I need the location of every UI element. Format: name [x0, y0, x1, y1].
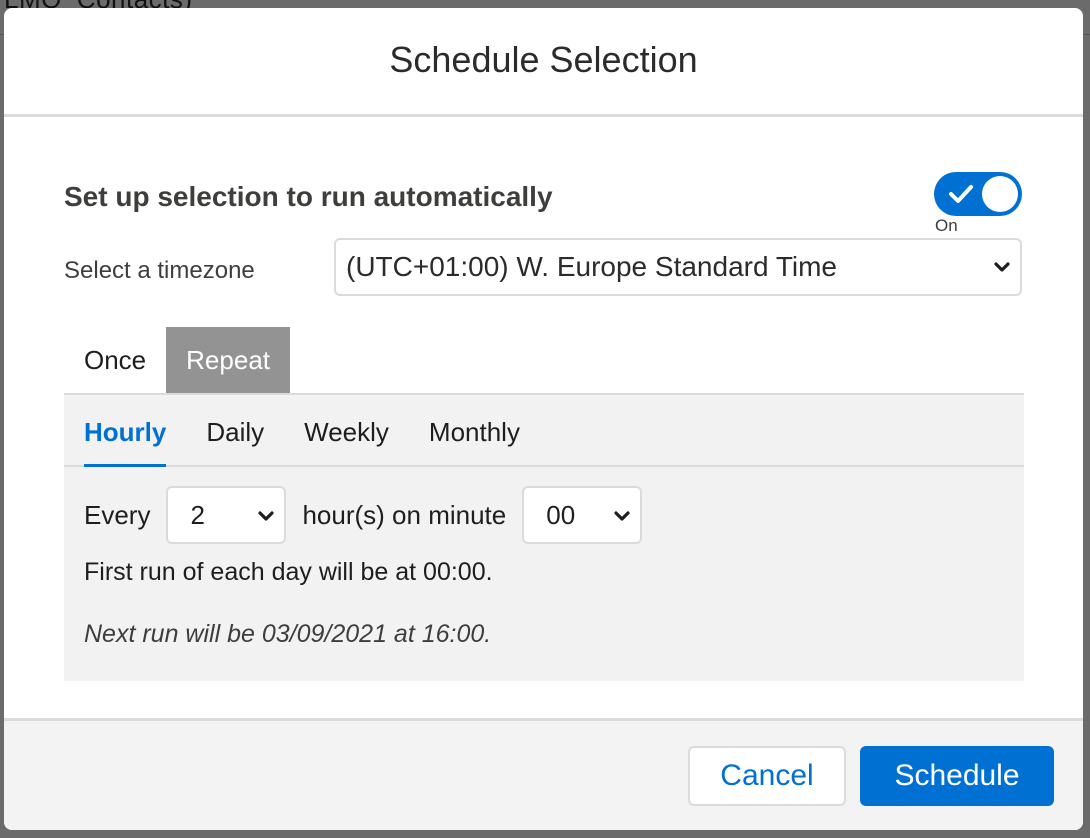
modal-body: Set up selection to run automatically On…: [4, 117, 1083, 721]
schedule-button[interactable]: Schedule: [860, 746, 1054, 806]
tab-monthly[interactable]: Monthly: [429, 395, 520, 465]
every-label: Every: [84, 499, 151, 530]
section-title: Set up selection to run automatically: [64, 181, 553, 212]
modal-header: Schedule Selection: [4, 8, 1083, 117]
check-icon: [949, 185, 973, 203]
tab-once[interactable]: Once: [64, 327, 166, 393]
toggle-knob: [982, 176, 1018, 212]
minute-value: 00: [546, 499, 576, 530]
next-run-info: Next run will be 03/09/2021 at 16:00.: [84, 620, 492, 648]
tab-hourly[interactable]: Hourly: [84, 395, 167, 467]
schedule-modal: Schedule Selection Set up selection to r…: [4, 8, 1083, 830]
chevron-down-icon: [258, 511, 275, 521]
timezone-label: Select a timezone: [64, 257, 255, 284]
outer-tab-bar: Once Repeat: [64, 327, 1024, 393]
cancel-button[interactable]: Cancel: [688, 746, 846, 806]
hours-interval-select[interactable]: 2: [166, 486, 287, 544]
modal-title: Schedule Selection: [389, 39, 698, 80]
auto-run-toggle[interactable]: [934, 172, 1022, 216]
timezone-select[interactable]: (UTC+01:00) W. Europe Standard Time: [334, 238, 1022, 296]
hourly-config-row: Every 2 hour(s) on minute 00: [84, 486, 643, 544]
tab-weekly[interactable]: Weekly: [304, 395, 389, 465]
chevron-down-icon: [994, 262, 1010, 272]
tab-repeat[interactable]: Repeat: [166, 327, 290, 393]
first-run-info: First run of each day will be at 00:00.: [84, 558, 493, 586]
background-divider: [1083, 34, 1090, 35]
hours-suffix-label: hour(s) on minute: [302, 499, 507, 530]
repeat-panel: Hourly Daily Weekly Monthly Every 2 hour…: [64, 393, 1024, 681]
repeat-interval-tab-bar: Hourly Daily Weekly Monthly: [64, 395, 1024, 467]
timezone-value: (UTC+01:00) W. Europe Standard Time: [346, 251, 837, 282]
tab-daily[interactable]: Daily: [206, 395, 264, 465]
minute-select[interactable]: 00: [522, 486, 643, 544]
toggle-state-label: On: [935, 216, 958, 235]
chevron-down-icon: [614, 511, 630, 521]
hours-interval-value: 2: [190, 499, 205, 530]
auto-run-toggle-group: On: [934, 172, 1024, 236]
frequency-tabs: Once Repeat Hourly Daily Weekly Monthly …: [64, 327, 1024, 681]
modal-footer: Cancel Schedule: [4, 718, 1083, 830]
